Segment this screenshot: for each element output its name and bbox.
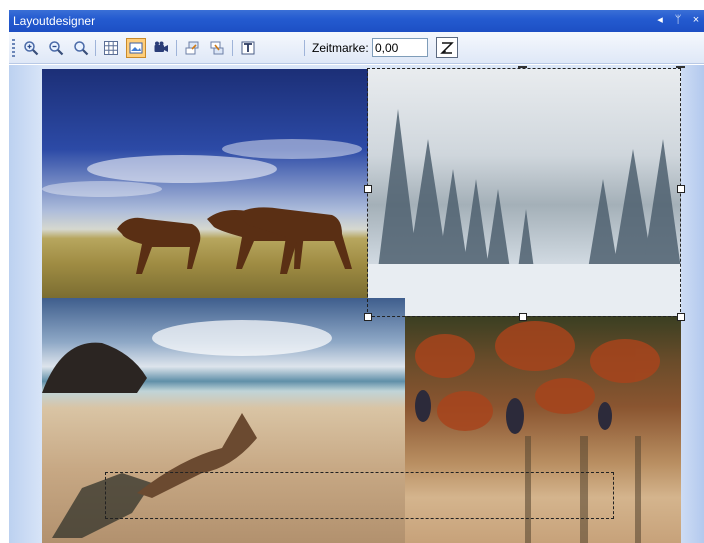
resize-handle-bottom[interactable]: [519, 313, 527, 321]
zeitmarke-label: Zeitmarke:: [312, 41, 369, 55]
toolbar-separator: [232, 40, 233, 56]
text-region-frame[interactable]: [105, 472, 614, 519]
toolbar-separator: [95, 40, 96, 56]
zoom-out-icon: [49, 41, 64, 56]
pin-icon[interactable]: ᛘ: [672, 13, 684, 27]
resize-handle-left[interactable]: [364, 185, 372, 193]
toolbar-separator: [176, 40, 177, 56]
toolbar: Zeitmarke:: [9, 32, 704, 64]
close-icon[interactable]: ×: [690, 13, 702, 27]
toolbar-separator: [304, 40, 305, 56]
panel-titlebar: Layoutdesigner ◂ ᛘ ×: [9, 10, 704, 32]
horses-photo-art: [42, 139, 362, 274]
bring-forward-icon: [185, 41, 199, 55]
layoutdesigner-panel: Layoutdesigner ◂ ᛘ × Zeitmarke: 0,00: [0, 0, 704, 543]
image-layer-button[interactable]: [126, 38, 146, 58]
selection-frame[interactable]: [367, 68, 681, 317]
resize-handle-top[interactable]: [518, 66, 527, 68]
timestamp-set-icon: [440, 41, 454, 54]
zoom-in-button[interactable]: [21, 38, 41, 58]
resize-handle-top-right[interactable]: [676, 66, 685, 68]
send-backward-icon: [210, 41, 224, 55]
panel-title: Layoutdesigner: [13, 14, 96, 28]
zeitmarke-set-button[interactable]: [436, 37, 458, 58]
grid-icon: [104, 41, 118, 55]
panel-menu-arrow-icon[interactable]: ◂: [654, 13, 666, 27]
resize-handle-bottom-left[interactable]: [364, 313, 372, 321]
image-layer-icon: [129, 42, 143, 54]
resize-handle-right[interactable]: [677, 185, 685, 193]
titlebar-buttons: ◂ ᛘ ×: [654, 13, 702, 27]
text-tool-icon: [241, 41, 255, 55]
horses-photo[interactable]: [42, 69, 368, 298]
zeitmarke-input[interactable]: [372, 38, 428, 57]
zoom-fit-icon: [74, 41, 89, 56]
zoom-out-button[interactable]: [46, 38, 66, 58]
camera-icon: [154, 41, 168, 52]
toolbar-grip[interactable]: [12, 39, 15, 57]
zoom-fit-button[interactable]: [71, 38, 91, 58]
send-backward-button[interactable]: [207, 38, 227, 58]
zoom-in-icon: [24, 41, 39, 56]
grid-button[interactable]: [101, 38, 121, 58]
camera-button[interactable]: [151, 38, 171, 58]
resize-handle-bottom-right[interactable]: [677, 313, 685, 321]
text-tool-button[interactable]: [238, 38, 258, 58]
bring-forward-button[interactable]: [182, 38, 202, 58]
